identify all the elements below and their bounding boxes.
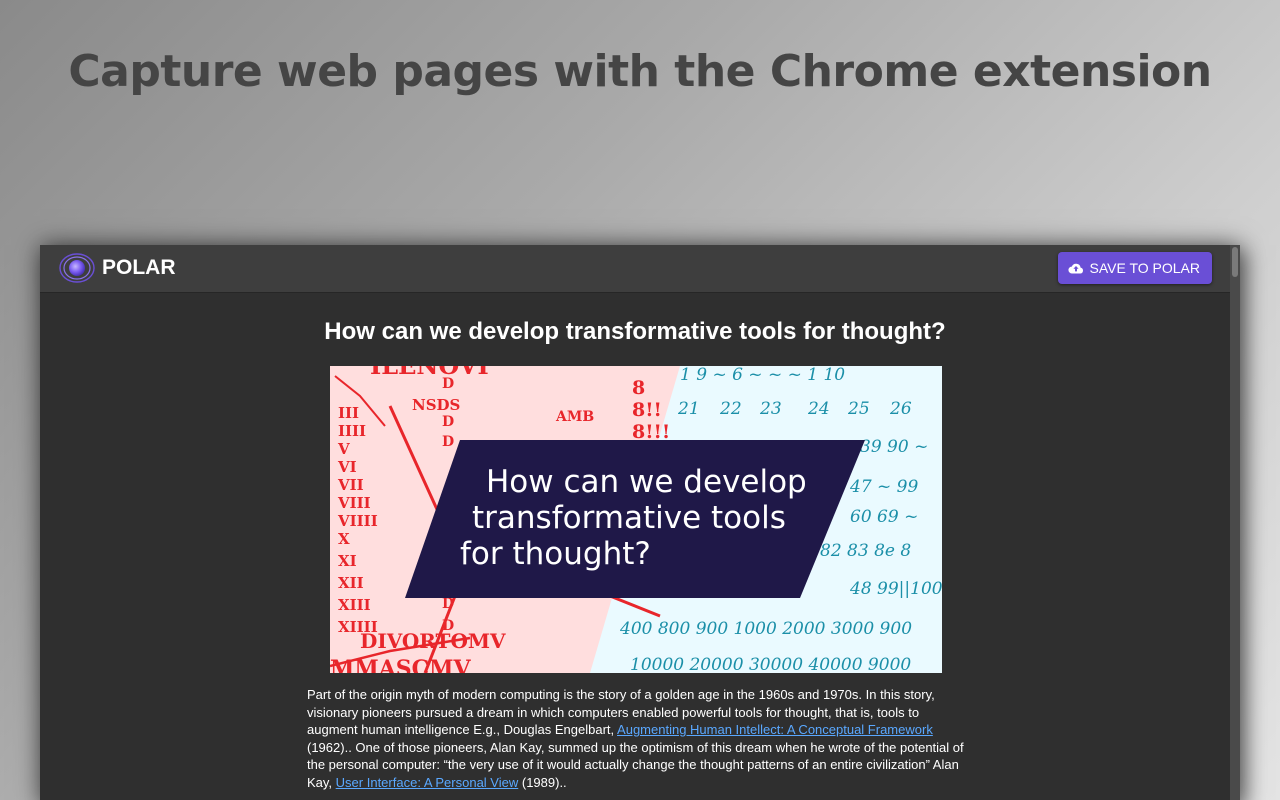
hero-image: ILENOVI NSDS AMB DIVORTOMV MMASCMV III I… bbox=[330, 366, 942, 673]
polar-toolbar: POLAR SAVE TO POLAR bbox=[40, 245, 1240, 293]
article-paragraph: Part of the origin myth of modern comput… bbox=[307, 686, 967, 791]
hero-title-line: transformative tools bbox=[472, 500, 786, 536]
page-headline: Capture web pages with the Chrome extens… bbox=[68, 46, 1212, 97]
scrollbar-thumb[interactable] bbox=[1232, 247, 1238, 277]
link-user-interface[interactable]: User Interface: A Personal View bbox=[336, 775, 519, 790]
link-augmenting-human-intellect[interactable]: Augmenting Human Intellect: A Conceptual… bbox=[617, 722, 933, 737]
polar-logo-icon bbox=[59, 253, 95, 283]
hero-title: How can we develop transformative tools … bbox=[450, 464, 810, 572]
scrollbar[interactable] bbox=[1230, 245, 1240, 800]
save-button-label: SAVE TO POLAR bbox=[1089, 260, 1201, 276]
hero-title-line: How can we develop bbox=[486, 464, 807, 500]
hero-overlay: How can we develop transformative tools … bbox=[330, 366, 942, 673]
article-title: How can we develop transformative tools … bbox=[324, 318, 946, 345]
save-to-polar-button[interactable]: SAVE TO POLAR bbox=[1057, 252, 1212, 284]
brand-name: POLAR bbox=[102, 256, 176, 279]
hero-title-line: for thought? bbox=[460, 536, 651, 572]
cloud-upload-icon bbox=[1067, 263, 1083, 274]
paragraph-text: (1989).. bbox=[518, 774, 567, 790]
browser-window: POLAR SAVE TO POLAR How can we develop t… bbox=[40, 245, 1240, 800]
